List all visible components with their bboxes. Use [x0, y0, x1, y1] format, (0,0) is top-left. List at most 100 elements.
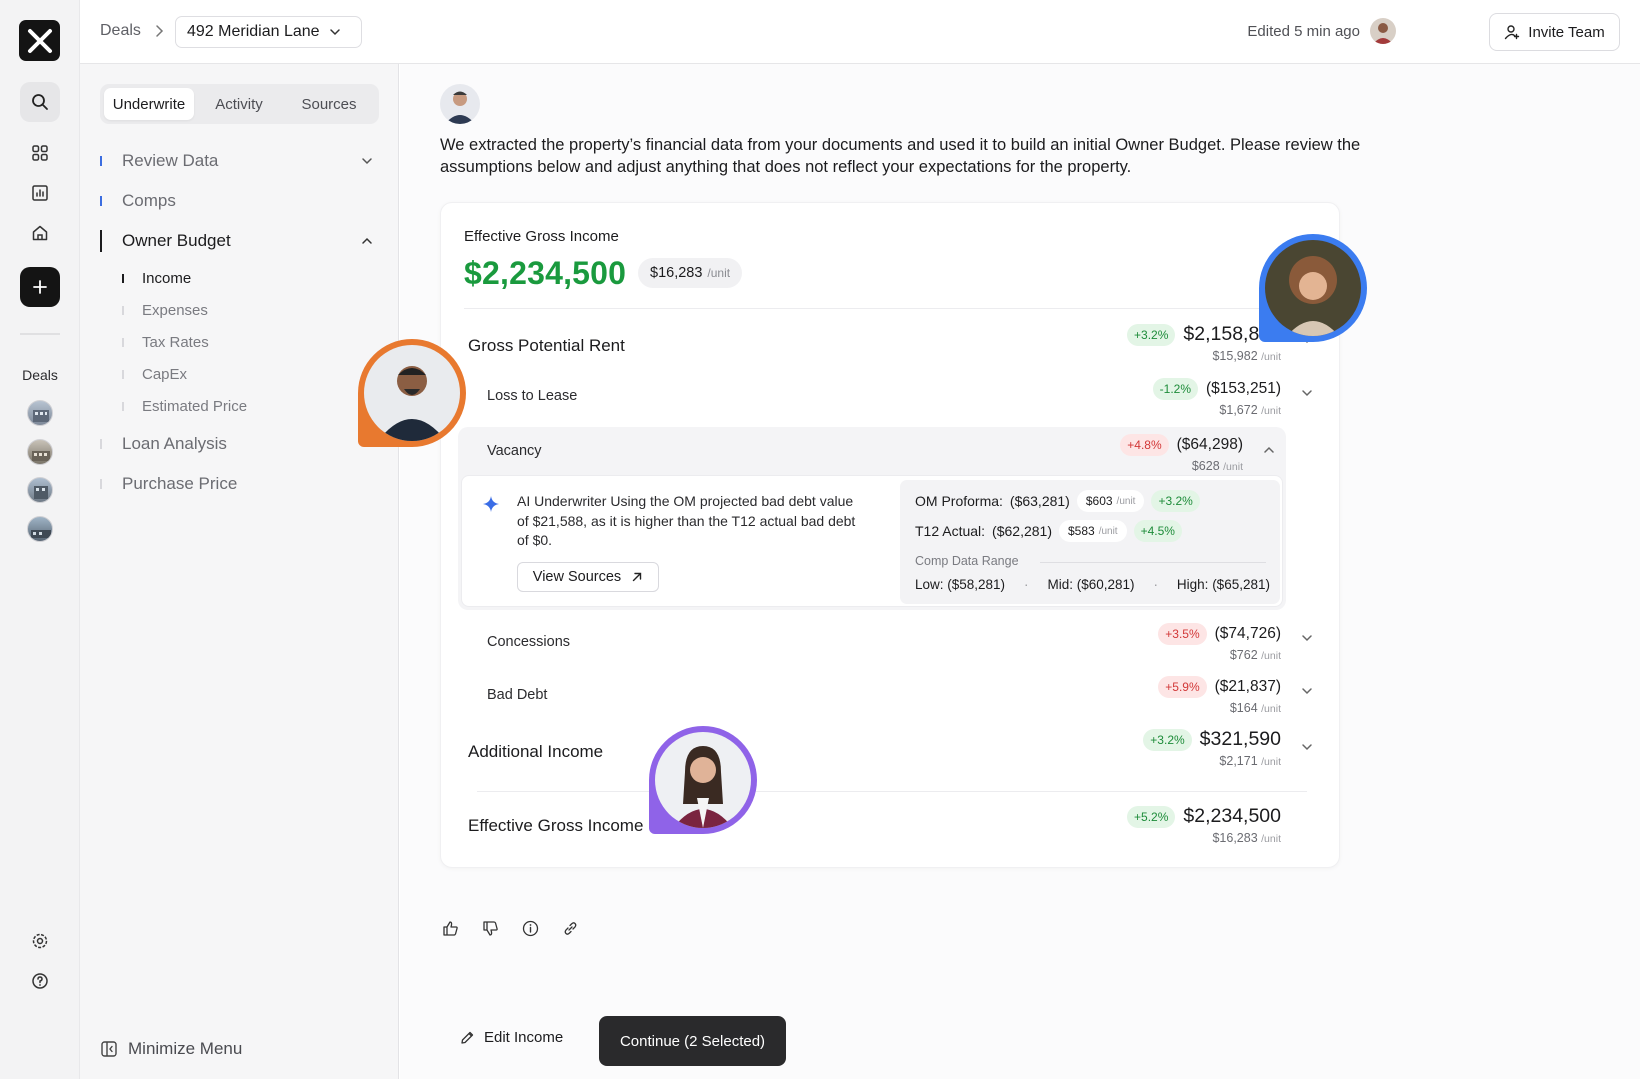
- sub-nav-tax-rates[interactable]: Tax Rates: [122, 329, 209, 355]
- row-loss-to-lease[interactable]: Loss to Lease -1.2% ($153,251) $1,672 /u…: [441, 378, 1341, 424]
- deal-thumbnail[interactable]: [27, 516, 53, 542]
- panel-tabs: Underwrite Activity Sources: [100, 84, 379, 124]
- avatar-icon: [1370, 18, 1396, 44]
- row-amount: ($153,251): [1206, 380, 1281, 397]
- nav-review-data[interactable]: Review Data: [100, 144, 379, 178]
- vacancy-detail-panel: AI Underwriter Using the OM projected ba…: [461, 475, 1283, 607]
- chevron-down-icon[interactable]: [1300, 740, 1314, 757]
- row-bad-debt[interactable]: Bad Debt +5.9% ($21,837) $164 /unit: [441, 676, 1341, 722]
- nav-indicator: [100, 196, 102, 206]
- nav-label: Loan Analysis: [122, 434, 227, 453]
- sub-indicator: [122, 337, 124, 347]
- collaborator-avatar-blue[interactable]: [1259, 234, 1367, 342]
- deal-thumbnail[interactable]: [27, 400, 53, 426]
- row-amount: ($74,726): [1214, 625, 1281, 642]
- deal-thumbnail[interactable]: [27, 477, 53, 503]
- deal-selector[interactable]: 492 Meridian Lane: [175, 16, 362, 48]
- new-deal-button[interactable]: [20, 267, 60, 307]
- om-proforma-line: OM Proforma: ($63,281) $603/unit +3.2%: [915, 490, 1200, 512]
- invite-team-button[interactable]: Invite Team: [1489, 13, 1620, 51]
- row-label: Loss to Lease: [487, 388, 578, 404]
- x-logo-icon: [27, 28, 52, 53]
- breadcrumb-deals[interactable]: Deals: [100, 22, 141, 40]
- collaborator-avatar-purple[interactable]: [649, 726, 757, 834]
- search-button[interactable]: [20, 82, 60, 122]
- user-avatar[interactable]: [1370, 18, 1396, 44]
- tab-underwrite[interactable]: Underwrite: [104, 88, 194, 120]
- chevron-down-icon[interactable]: [1300, 386, 1314, 403]
- nav-label: Purchase Price: [122, 474, 238, 493]
- tab-activity[interactable]: Activity: [194, 88, 284, 120]
- collaborator-avatar-orange[interactable]: [358, 339, 466, 447]
- sub-indicator: [122, 369, 124, 379]
- avatar-icon: [1265, 240, 1361, 336]
- row-values: +3.2% $321,590 $2,171 /unit: [1143, 728, 1281, 768]
- card-divider: [477, 791, 1307, 792]
- grid-icon: [32, 145, 48, 161]
- t12-actual-line: T12 Actual: ($62,281) $583/unit +4.5%: [915, 520, 1182, 542]
- search-icon: [32, 94, 48, 110]
- row-additional-income[interactable]: Additional Income +3.2% $321,590 $2,171 …: [441, 728, 1341, 778]
- separator-dot: ·: [1153, 577, 1158, 592]
- sub-nav-income[interactable]: Income: [122, 265, 191, 291]
- view-sources-label: View Sources: [532, 569, 622, 585]
- comp-range-label: Comp Data Range: [915, 554, 1019, 568]
- row-label: Gross Potential Rent: [468, 336, 625, 355]
- comp-low: Low: ($58,281): [915, 577, 1006, 592]
- egi-unit-value: $16,283: [650, 265, 703, 281]
- link-icon[interactable]: [560, 918, 580, 938]
- dashboard-button[interactable]: [20, 133, 60, 173]
- nav-loan-analysis[interactable]: Loan Analysis: [100, 427, 379, 461]
- row-gross-potential-rent[interactable]: Gross Potential Rent +3.2% $2,158,800 $1…: [441, 323, 1341, 373]
- nav-comps[interactable]: Comps: [100, 184, 379, 218]
- minimize-menu-label: Minimize Menu: [128, 1039, 243, 1058]
- stat-label: T12 Actual:: [915, 523, 986, 539]
- home-button[interactable]: [20, 213, 60, 253]
- sub-nav-expenses[interactable]: Expenses: [122, 297, 208, 323]
- view-sources-button[interactable]: View Sources: [517, 562, 659, 592]
- sub-nav-label: Expenses: [142, 301, 208, 319]
- continue-button[interactable]: Continue (2 Selected): [599, 1016, 786, 1066]
- help-button[interactable]: [20, 961, 60, 1001]
- chevron-up-icon[interactable]: [1262, 443, 1276, 460]
- sub-nav-estimated-price[interactable]: Estimated Price: [122, 393, 247, 419]
- home-icon: [32, 225, 48, 241]
- tab-sources[interactable]: Sources: [284, 88, 374, 120]
- settings-button[interactable]: [20, 921, 60, 961]
- building-icon: [33, 410, 49, 422]
- invite-team-label: Invite Team: [1528, 23, 1605, 41]
- row-per-unit: $15,982 /unit: [1212, 349, 1281, 363]
- sub-nav-capex[interactable]: CapEx: [122, 361, 187, 387]
- nav-owner-budget[interactable]: Owner Budget: [100, 224, 379, 258]
- row-label[interactable]: Vacancy: [487, 443, 542, 459]
- stat-value: ($63,281): [1009, 493, 1070, 509]
- thumbs-up-icon[interactable]: [440, 918, 460, 938]
- gear-icon: [32, 933, 48, 949]
- nav-indicator: [100, 230, 102, 252]
- comp-high: High: ($65,281): [1176, 577, 1270, 592]
- edit-income-label: Edit Income: [484, 1029, 564, 1046]
- row-amount: $2,234,500: [1183, 805, 1281, 827]
- building-icon: [31, 530, 51, 538]
- egi-label: Effective Gross Income: [464, 228, 619, 245]
- row-per-unit: $1,672 /unit: [1219, 403, 1281, 417]
- stat-label: OM Proforma:: [915, 493, 1003, 509]
- assistant-avatar: [440, 84, 480, 124]
- thumbs-down-icon[interactable]: [480, 918, 500, 938]
- analytics-button[interactable]: [20, 173, 60, 213]
- building-icon: [32, 451, 50, 461]
- minimize-menu-button[interactable]: Minimize Menu: [100, 1039, 242, 1059]
- info-icon[interactable]: [520, 918, 540, 938]
- deal-thumbnail[interactable]: [27, 439, 53, 465]
- nav-purchase-price[interactable]: Purchase Price: [100, 467, 379, 501]
- app-logo[interactable]: [19, 20, 60, 61]
- chevron-down-icon[interactable]: [1300, 631, 1314, 648]
- row-per-unit: $628 /unit: [1191, 459, 1243, 473]
- egi-unit-pill: $16,283 /unit: [638, 258, 743, 288]
- change-badge: +3.5%: [1158, 623, 1207, 645]
- side-panel: Underwrite Activity Sources Review Data …: [80, 64, 399, 1079]
- row-concessions[interactable]: Concessions +3.5% ($74,726) $762 /unit: [441, 623, 1341, 669]
- edit-income-button[interactable]: Edit Income: [460, 1029, 563, 1046]
- chevron-down-icon[interactable]: [1300, 684, 1314, 701]
- row-values: +5.9% ($21,837) $164 /unit: [1158, 676, 1281, 715]
